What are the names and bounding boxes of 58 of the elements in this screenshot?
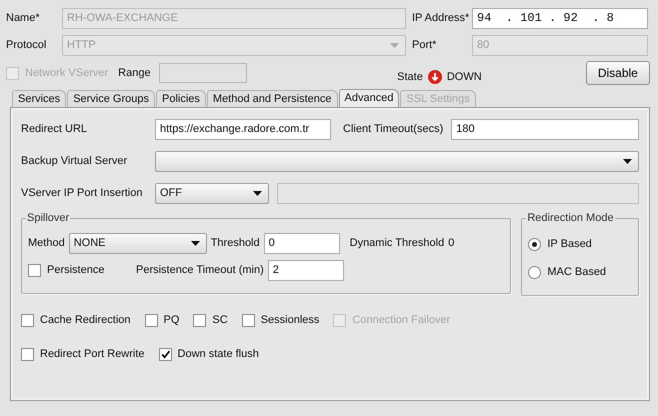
field-label: Method (28, 237, 65, 249)
checkbox-label: Connection Failover (352, 314, 450, 326)
field-label: State (397, 71, 423, 83)
checkbox-label: Persistence (47, 264, 104, 276)
input-field[interactable]: 94 . 101 . 92 . 8 (472, 8, 648, 28)
state-value: DOWN (446, 71, 482, 83)
field-label: VServer IP Port Insertion (21, 187, 144, 199)
checkbox[interactable] (193, 314, 206, 326)
checkbox-label: Sessionless (260, 314, 320, 326)
threshold-value: 0 (448, 237, 454, 249)
radio-label: IP Based (547, 238, 592, 250)
dropdown[interactable]: NONE (68, 232, 207, 254)
input-field[interactable] (158, 63, 247, 83)
checkbox-label: Down state flush (178, 348, 259, 360)
checkbox-label: SC (212, 314, 228, 326)
checkbox-label: Network VServer (25, 67, 108, 79)
tab[interactable]: Advanced (338, 89, 400, 107)
checkbox[interactable] (21, 348, 34, 360)
group-title: Spillover (26, 212, 70, 224)
caret-icon (190, 240, 200, 246)
tab[interactable]: Service Groups (67, 90, 155, 107)
field-label: Backup Virtual Server (21, 155, 128, 167)
field-label: Range (118, 67, 151, 79)
caret-icon (623, 158, 632, 164)
input-field[interactable]: 0 (264, 232, 340, 254)
field-label: IP Address* (412, 12, 470, 24)
radio-button[interactable] (528, 238, 542, 250)
field-label: Client Timeout(secs) (343, 123, 444, 135)
input-field[interactable]: 2 (268, 260, 344, 280)
input-field[interactable]: https://exchange.radore.com.tr (155, 118, 331, 140)
checkbox[interactable] (28, 264, 41, 276)
checkbox[interactable] (158, 348, 172, 360)
caret-icon (390, 42, 399, 48)
tab[interactable]: Services (12, 90, 66, 107)
checkbox-label: Redirect Port Rewrite (40, 348, 145, 360)
field-label: Persistence Timeout (min) (136, 264, 264, 276)
field-label: Dynamic Threshold (350, 237, 444, 249)
checkbox[interactable] (144, 314, 158, 326)
radio-label: MAC Based (547, 266, 606, 278)
caret-icon (253, 190, 262, 196)
radio-button[interactable] (528, 266, 542, 278)
checkbox-label: PQ (164, 314, 180, 326)
dropdown[interactable] (155, 150, 639, 172)
checkbox[interactable] (242, 314, 255, 326)
input-field[interactable]: 180 (451, 118, 639, 140)
field-label: Port* (412, 39, 438, 51)
field-label: Name* (6, 12, 41, 24)
field-label: Protocol (6, 39, 48, 51)
dropdown[interactable]: OFF (155, 182, 269, 204)
checkbox-label: Cache Redirection (40, 314, 130, 326)
group-title: Redirection Mode (526, 212, 615, 224)
tab[interactable]: Method and Persistence (206, 90, 338, 107)
field-label: Redirect URL (21, 123, 88, 135)
tab[interactable]: Policies (156, 90, 206, 107)
disable-button[interactable]: Disable (586, 61, 650, 85)
input-field[interactable] (277, 182, 639, 204)
field-label: Threshold (210, 237, 260, 249)
checkbox[interactable] (21, 314, 34, 326)
